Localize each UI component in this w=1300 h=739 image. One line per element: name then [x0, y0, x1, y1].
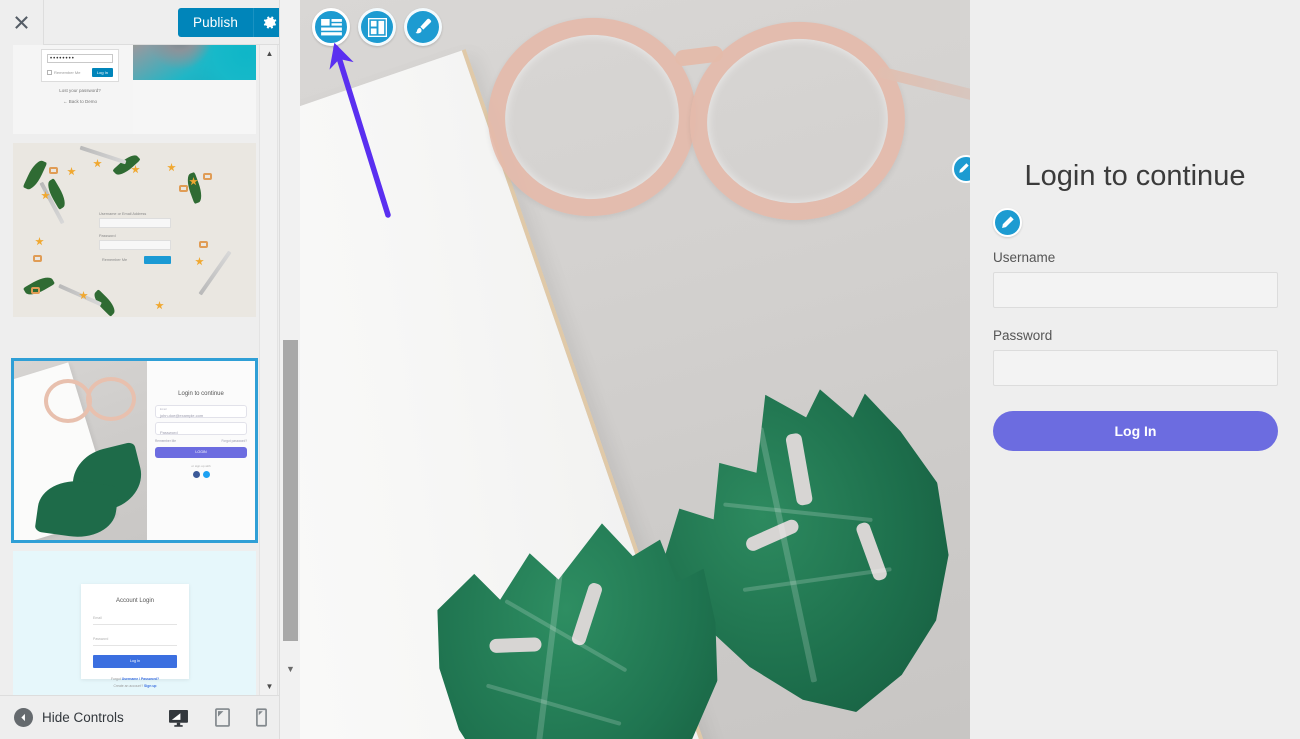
scroll-down-icon[interactable]: ▼ [280, 660, 301, 677]
thumb2-username-input [99, 218, 171, 228]
thumb4-create-text: Create an account? [113, 684, 145, 688]
chevron-left-icon [14, 708, 33, 727]
thumb3-socials [147, 471, 255, 478]
checkbox-icon [47, 70, 52, 75]
password-label: Password [993, 328, 1053, 343]
hide-controls-button[interactable]: Hide Controls [14, 708, 124, 727]
eyeglasses-right-lens [680, 11, 915, 231]
thumb4-login-button: Log In [93, 655, 177, 668]
hero-photo [300, 0, 970, 739]
scrollbar-thumb[interactable] [283, 340, 298, 641]
pencil-edit-icon[interactable] [993, 208, 1022, 237]
thumb1-remember-row: Remember Me Log In [47, 68, 113, 77]
device-desktop-button[interactable] [168, 709, 189, 727]
sidebar-scrollbar[interactable]: ▲ ▼ [259, 45, 278, 695]
device-tablet-button[interactable] [215, 708, 230, 727]
template-thumbnail-list[interactable]: •••••••• Remember Me Log In Lost your pa… [0, 45, 278, 695]
browser-scrollbar[interactable]: ▼ [279, 0, 300, 739]
thumb3-options-row: Remember Me Forgot password? [155, 439, 247, 443]
customizer-screen: Publish •••••••• Remember Me Log In Lost… [0, 0, 1300, 739]
close-icon[interactable] [0, 0, 44, 45]
thumb1-login-card: •••••••• Remember Me Log In [41, 49, 119, 82]
thumb3-form-side: Login to continue Email john.doe@example… [147, 361, 255, 540]
username-input[interactable] [993, 272, 1278, 308]
thumb1-password-field: •••••••• [47, 54, 113, 63]
thumb3-lens-right [86, 377, 136, 421]
thumb3-email-mini-label: Email [160, 408, 167, 411]
thumb1-beach-photo [133, 45, 256, 80]
thumb2-login-form: Username or Email Address Password Remem… [99, 212, 171, 264]
thumb1-remember-label: Remember Me [54, 70, 81, 75]
thumb2-remember-label: Remember Me [102, 258, 128, 262]
device-mobile-button[interactable] [256, 708, 267, 727]
template-thumbnail-stationery[interactable]: Username or Email Address Password Remem… [13, 143, 256, 317]
thumb4-card: Account Login Email Password Log In Forg… [81, 584, 189, 688]
publish-group: Publish [178, 8, 287, 37]
thumb2-password-input [99, 240, 171, 250]
thumb3-password-placeholder: Password [160, 430, 178, 435]
page-title: Login to continue [1024, 160, 1246, 192]
thumb3-email-value: john.doe@example.com [160, 413, 204, 418]
template-thumbnail-glasses[interactable]: Login to continue Email john.doe@example… [11, 358, 258, 543]
pencil-edit-icon-edge[interactable] [952, 155, 970, 183]
customizer-sidebar: Publish •••••••• Remember Me Log In Lost… [0, 0, 300, 739]
thumb4-signup-link: Sign up [144, 684, 157, 688]
rows-layout-icon[interactable] [312, 8, 350, 46]
device-preview-switcher [168, 708, 267, 727]
thumb3-login-button: LOGIN [155, 447, 247, 458]
template-thumbnail-beach[interactable]: •••••••• Remember Me Log In Lost your pa… [13, 45, 256, 134]
thumb3-forgot-link: Forgot password? [221, 439, 247, 443]
paintbrush-icon[interactable] [404, 8, 442, 46]
scroll-down-icon[interactable]: ▼ [260, 678, 279, 695]
thumb3-or-text: or sign up with [191, 464, 211, 468]
scroll-up-icon[interactable]: ▲ [260, 45, 279, 62]
thumb3-remember-label: Remember Me [155, 439, 177, 443]
thumb4-links: Forgot Username / Password? Create an ac… [81, 676, 189, 690]
thumb3-password-input: Password [155, 422, 247, 435]
thumb2-username-label: Username or Email Address [99, 212, 147, 216]
thumb2-login-button [144, 256, 171, 264]
login-form: Username Password Log In [993, 208, 1278, 451]
thumb4-password-input: Password [93, 634, 177, 646]
login-panel: Login to continue Username Password Log … [970, 0, 1300, 739]
thumb1-login-button: Log In [91, 68, 113, 77]
thumb4-email-input: Email [93, 613, 177, 625]
thumb4-title: Account Login [115, 598, 155, 604]
thumb1-back-link: ← Back to Demo [62, 99, 97, 104]
thumb3-email-input: Email john.doe@example.com [155, 405, 247, 418]
thumb1-lost-password-link: Lost your password? [59, 88, 101, 93]
hide-controls-label: Hide Controls [42, 710, 124, 725]
thumb3-photo [14, 361, 149, 540]
thumb4-forgot-link: Username / Password? [121, 677, 160, 681]
template-thumbnail-account-login[interactable]: Account Login Email Password Log In Forg… [13, 551, 256, 695]
site-preview: Login to continue Username Password Log … [300, 0, 1300, 739]
facebook-icon [192, 471, 200, 478]
twitter-icon [202, 471, 210, 478]
password-input[interactable] [993, 350, 1278, 386]
customizer-header: Publish [0, 0, 300, 45]
customizer-footer: Hide Controls [0, 695, 279, 739]
login-submit-button[interactable]: Log In [993, 411, 1278, 451]
thumb3-lens-left [44, 379, 92, 423]
thumb4-forgot-text: Forgot [110, 677, 122, 681]
columns-layout-icon[interactable] [358, 8, 396, 46]
thumb2-password-label: Password [99, 234, 116, 238]
builder-toolbar [312, 8, 442, 46]
publish-button[interactable]: Publish [178, 8, 253, 37]
username-label: Username [993, 250, 1056, 265]
